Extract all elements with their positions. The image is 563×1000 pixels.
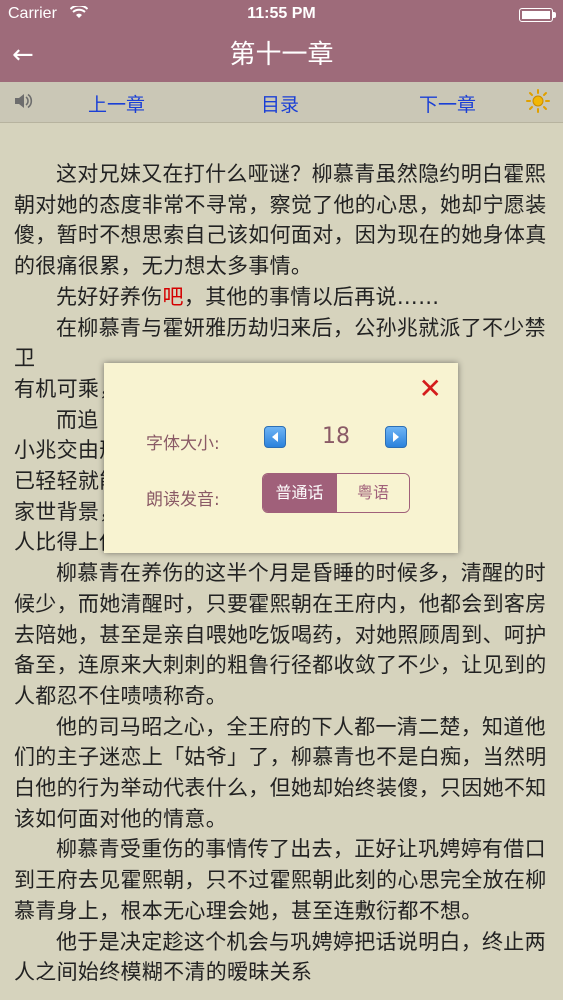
paragraph: 柳慕青在养伤的这半个月是昏睡的时候多，清醒的时候少，而她清醒时，只要霍熙朝在王府…: [14, 561, 547, 708]
increase-font-size-button[interactable]: [385, 426, 407, 448]
navigation-bar: ← 第十一章: [0, 28, 563, 82]
chapter-content: 这对兄妹又在打什么哑谜？柳慕青虽然隐约明白霍熙朝对她的态度非常不寻常，察觉了他的…: [0, 123, 563, 1000]
table-of-contents-button[interactable]: 目录: [261, 90, 299, 117]
font-size-label: 字体大小:: [146, 434, 220, 454]
speaker-icon[interactable]: [12, 90, 34, 112]
chapter-title: 第十一章: [229, 40, 334, 70]
reader-settings-dialog: ✕ 字体大小: 18 朗读发音: 普通话 粤语: [104, 363, 458, 553]
highlighted-word: 吧: [162, 284, 184, 309]
next-chapter-button[interactable]: 下一章: [419, 90, 476, 117]
mandarin-option[interactable]: 普通话: [263, 474, 336, 512]
close-icon[interactable]: ✕: [419, 375, 442, 403]
paragraph: 先好好养伤吧，其他的事情以后再说……: [56, 284, 440, 309]
paragraph: 他的司马昭之心，全王府的下人都一清二楚，知道他们的主子迷恋上「姑爷」了，柳慕青也…: [14, 714, 547, 831]
previous-chapter-button[interactable]: 上一章: [88, 90, 145, 117]
font-size-value: 18: [322, 424, 350, 449]
decrease-font-size-button[interactable]: [264, 426, 286, 448]
pronunciation-label: 朗读发音:: [146, 490, 220, 510]
reader-toolbar: 上一章 目录 下一章: [0, 82, 563, 123]
paragraph: 他于是决定趁这个机会与巩娉婷把话说明白，终止两人之间始终模糊不清的暧昧关系: [14, 929, 546, 985]
cantonese-option[interactable]: 粤语: [336, 474, 409, 512]
paragraph: 柳慕青受重伤的事情传了出去，正好让巩娉婷有借口到王府去见霍熙朝，只不过霍熙朝此刻…: [14, 837, 547, 923]
battery-icon: [519, 8, 556, 22]
status-time: 11:55 PM: [247, 5, 316, 22]
status-bar: Carrier 11:55 PM: [0, 0, 563, 28]
paragraph: 这对兄妹又在打什么哑谜？柳慕青虽然隐约明白霍熙朝对她的态度非常不寻常，察觉了他的…: [14, 162, 547, 279]
sun-icon[interactable]: [525, 88, 551, 114]
pronunciation-segmented-control: 普通话 粤语: [262, 473, 410, 513]
